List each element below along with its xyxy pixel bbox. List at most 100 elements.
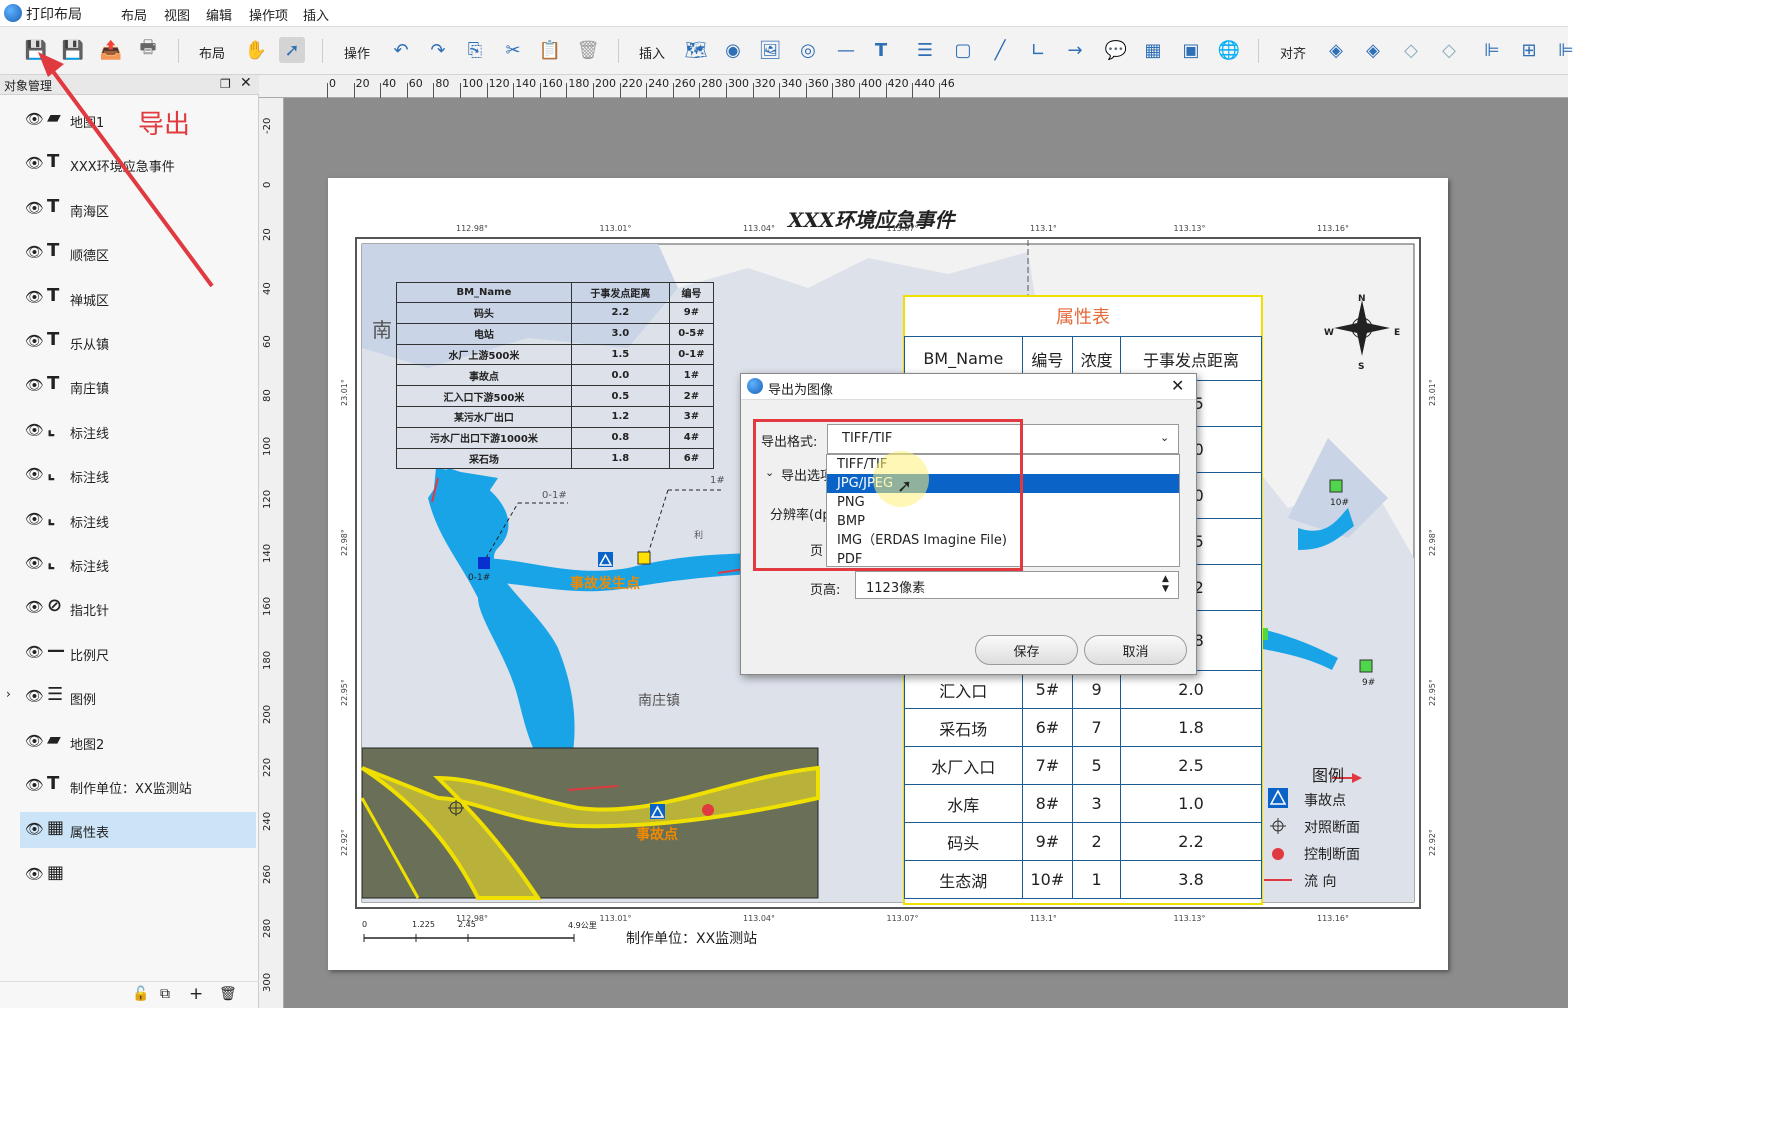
layer-item-label: 制作单位：XX监测站 (70, 782, 192, 797)
layer-item[interactable]: 👁 ⌞ 标注线 (20, 546, 256, 582)
add-icon[interactable]: + (189, 984, 203, 1004)
visibility-eye-icon[interactable]: 👁 (25, 332, 44, 350)
copy-icon[interactable]: ⎘ (462, 37, 488, 63)
label-line-icon: ⌞ (47, 462, 56, 484)
layer-bottom-icon[interactable]: ◇ (1436, 37, 1462, 63)
insert-map-icon[interactable]: 🗺 (683, 37, 709, 63)
visibility-eye-icon[interactable]: 👁 (25, 598, 44, 616)
duplicate-icon[interactable]: ⧉ (160, 986, 170, 1002)
insert-callout-icon[interactable]: 💬 (1103, 37, 1129, 63)
legend-title: 图例 (1312, 766, 1345, 785)
north-s: S (1358, 362, 1365, 372)
insert-arrow-icon[interactable]: → (1062, 37, 1088, 63)
visibility-eye-icon[interactable]: 👁 (25, 865, 44, 883)
layer-item[interactable]: 👁 T 乐从镇 (20, 324, 256, 360)
table-row: 水库 8# 3 1.0 (904, 784, 1262, 823)
table-row: 汇入口 5# 9 2.0 (904, 670, 1262, 709)
small-data-table[interactable]: BM_Name 于事发点距离 编号 码头 2.2 9# 电站 3.0 0-5# 水厂上游500米 1… (396, 282, 715, 470)
ruler-tick-label: 240 (262, 811, 273, 831)
table-row: 某污水厂出口 1.2 3# (396, 405, 715, 428)
layer-down-icon[interactable]: ◈ (1360, 37, 1386, 63)
label-01b: 0-1# (468, 573, 491, 583)
insert-compass-icon[interactable]: ◎ (795, 37, 821, 63)
visibility-eye-icon[interactable]: 👁 (25, 687, 44, 705)
insert-scale-icon[interactable]: — (833, 37, 859, 63)
ruler-tick-label: 120 (262, 490, 273, 510)
insert-polyline-icon[interactable]: ∟ (1025, 37, 1051, 63)
layer-top-icon[interactable]: ◇ (1398, 37, 1424, 63)
trash-icon[interactable]: 🗑 (219, 986, 237, 1002)
insert-legend-icon[interactable]: ☰ (912, 37, 938, 63)
visibility-eye-icon[interactable]: 👁 (25, 465, 44, 483)
layer-up-icon[interactable]: ◈ (1323, 37, 1349, 63)
north-w: W (1324, 328, 1334, 338)
cancel-button[interactable]: 取消 (1084, 635, 1187, 665)
insert-frame-icon[interactable]: ▣ (1178, 37, 1204, 63)
table-layer-icon: ▦ (47, 861, 65, 883)
menu-insert[interactable]: 插入 (303, 5, 329, 24)
visibility-eye-icon[interactable]: 👁 (25, 776, 44, 794)
redo-icon[interactable]: ↷ (425, 37, 451, 63)
map-footer[interactable]: 制作单位：XX监测站 (626, 928, 757, 948)
map-title[interactable]: XXX环境应急事件 (788, 204, 955, 233)
page-height-input[interactable]: 1123像素 ▲ ▼ (855, 571, 1179, 599)
expand-chevron-icon[interactable]: › (6, 687, 11, 701)
table-cell: 5# (1021, 670, 1074, 709)
ruler-tick (672, 83, 674, 98)
visibility-eye-icon[interactable]: 👁 (25, 732, 44, 750)
align-right-icon[interactable]: ⊫ (1553, 37, 1579, 63)
layer-item[interactable]: 👁 ⌞ 标注线 (20, 413, 256, 449)
coord-label: 22.95° (340, 679, 349, 706)
undo-icon[interactable]: ↶ (388, 37, 414, 63)
visibility-eye-icon[interactable]: 👁 (25, 643, 44, 661)
layer-item[interactable]: 👁 ▦ (20, 857, 256, 893)
select-pointer-icon[interactable]: ➚ (279, 37, 305, 63)
layer-item[interactable]: 👁 — 比例尺 (20, 635, 256, 671)
insert-rect-icon[interactable]: ▢ (950, 37, 976, 63)
delete-icon[interactable]: 🗑 (575, 37, 601, 63)
layer-item[interactable]: 👁 ⌞ 标注线 (20, 502, 256, 538)
insert-table-icon[interactable]: ▦ (1140, 37, 1166, 63)
layer-item[interactable]: 👁 ☰ 图例 › (6, 679, 256, 715)
cut-icon[interactable]: ✂ (500, 37, 526, 63)
insert-globe-icon[interactable]: ◉ (720, 37, 746, 63)
ruler-tick-label: 160 (262, 597, 273, 617)
align-center-icon[interactable]: ⊞ (1516, 37, 1542, 63)
visibility-eye-icon[interactable]: 👁 (25, 376, 44, 394)
table-cell: 1.8 (570, 447, 670, 470)
ruler-tick (539, 83, 541, 98)
coord-label: 22.92° (340, 829, 349, 856)
ruler-tick (380, 83, 382, 98)
table-row: 污水厂出口下游1000米 0.8 4# (396, 426, 715, 449)
insert-text-icon[interactable]: T (868, 37, 894, 63)
layer-item[interactable]: 👁 ▰ 地图2 (20, 724, 256, 760)
table-cell: 6# (668, 447, 715, 470)
ruler-tick-label: 46 (940, 77, 955, 90)
coord-label: 23.01° (340, 379, 349, 406)
layer-item[interactable]: 👁 T 南庄镇 (20, 368, 256, 404)
layer-item[interactable]: 👁 T 制作单位：XX监测站 (20, 768, 256, 804)
dialog-close-icon[interactable]: ✕ (1171, 376, 1184, 395)
visibility-eye-icon[interactable]: 👁 (25, 554, 44, 572)
ruler-tick (353, 83, 355, 98)
align-left-icon[interactable]: ⊫ (1479, 37, 1505, 63)
table-cell: 码头 (396, 302, 572, 324)
stepper-icon[interactable]: ▲ ▼ (1162, 574, 1169, 594)
ruler-tick-label: 220 (262, 758, 273, 778)
paste-icon[interactable]: 📋 (537, 37, 563, 63)
save-button[interactable]: 保存 (975, 635, 1078, 665)
insert-line-icon[interactable]: ╱ (987, 37, 1013, 63)
visibility-eye-icon[interactable]: 👁 (25, 421, 44, 439)
label-line-icon: ⌞ (47, 551, 56, 572)
layer-item[interactable]: 👁 ▦ 属性表 (20, 812, 256, 849)
lock-icon[interactable]: 🔓 (132, 986, 149, 1002)
layer-item[interactable]: 👁 ⊘ 指北针 (20, 590, 256, 626)
visibility-eye-icon[interactable]: 👁 (25, 820, 44, 838)
ruler-tick-label: 260 (262, 865, 273, 885)
insert-image-icon[interactable]: 🖼 (757, 37, 783, 63)
visibility-eye-icon[interactable]: 👁 (25, 510, 44, 528)
insert-web-icon[interactable]: 🌐 (1216, 37, 1242, 63)
table-cell: 汇入口 (904, 670, 1023, 709)
ruler-tick (646, 83, 648, 98)
layer-item[interactable]: 👁 ⌞ 标注线 (20, 457, 256, 493)
